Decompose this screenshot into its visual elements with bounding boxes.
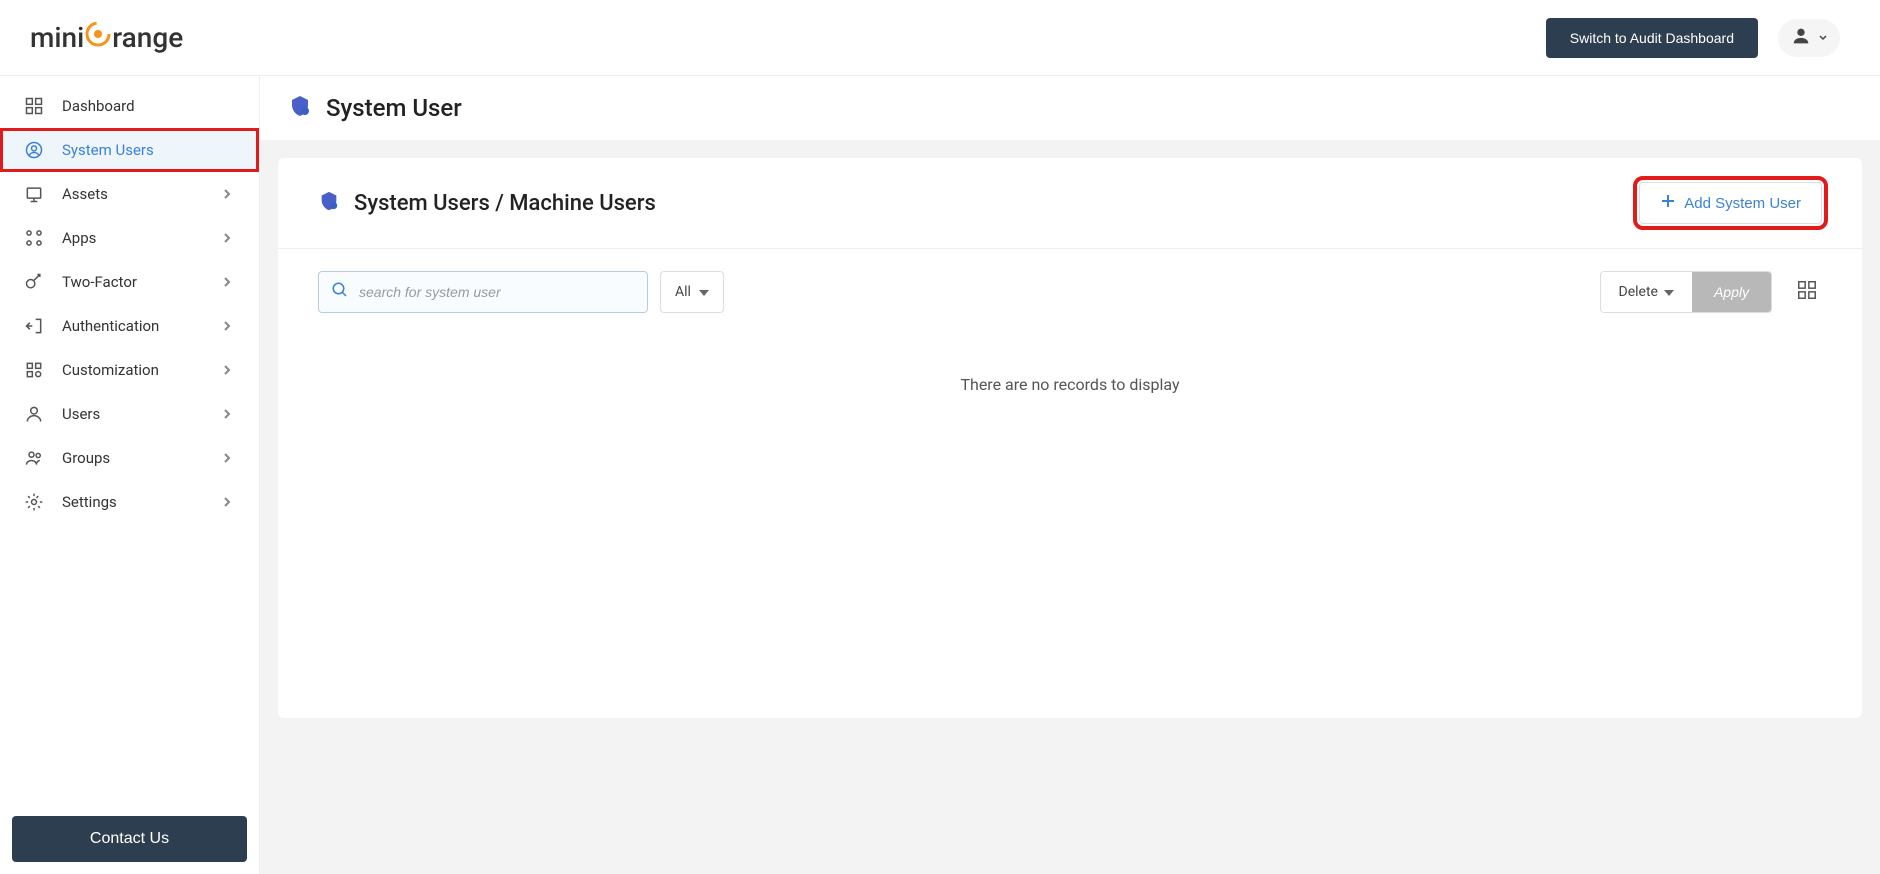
sidebar-item-label: Two-Factor — [62, 273, 203, 291]
sidebar-item-label: Groups — [62, 449, 203, 467]
sidebar-item-groups[interactable]: Groups — [0, 436, 259, 480]
logo: mini range — [30, 20, 183, 55]
sidebar-item-label: Apps — [62, 229, 203, 247]
page-header: System User — [260, 76, 1880, 140]
chevron-right-icon — [221, 187, 235, 201]
empty-state: There are no records to display — [278, 335, 1862, 434]
apply-button[interactable]: Apply — [1692, 272, 1771, 312]
sidebar-item-apps[interactable]: Apps — [0, 216, 259, 260]
header-right: Switch to Audit Dashboard — [1546, 18, 1840, 58]
sidebar-item-label: Assets — [62, 185, 203, 203]
sidebar-item-customization[interactable]: Customization — [0, 348, 259, 392]
main-content: System User System Users / Machine Users… — [260, 76, 1880, 874]
bulk-action-group: Delete Apply — [1600, 271, 1772, 313]
customization-icon — [24, 360, 44, 380]
view-toggle-button[interactable] — [1792, 275, 1822, 309]
user-icon — [1790, 25, 1812, 51]
system-users-icon — [24, 140, 44, 160]
groups-icon — [24, 448, 44, 468]
card-icon — [318, 190, 340, 216]
delete-label: Delete — [1619, 284, 1658, 300]
nav: Dashboard System Users Assets Apps — [0, 76, 259, 804]
chevron-right-icon — [221, 319, 235, 333]
switch-dashboard-button[interactable]: Switch to Audit Dashboard — [1546, 18, 1758, 58]
logo-post: range — [112, 21, 183, 54]
chevron-right-icon — [221, 231, 235, 245]
caret-down-icon — [1664, 284, 1674, 300]
sidebar-item-label: Dashboard — [62, 97, 235, 115]
page-title: System User — [326, 94, 462, 122]
search-wrapper — [318, 271, 648, 313]
search-input[interactable] — [349, 284, 635, 300]
bulk-action-dropdown[interactable]: Delete — [1601, 272, 1692, 312]
system-user-page-icon — [288, 94, 312, 122]
sidebar-item-assets[interactable]: Assets — [0, 172, 259, 216]
add-button-label: Add System User — [1684, 195, 1801, 212]
sidebar-item-settings[interactable]: Settings — [0, 480, 259, 524]
sidebar-item-two-factor[interactable]: Two-Factor — [0, 260, 259, 304]
contact-us-button[interactable]: Contact Us — [12, 816, 247, 862]
add-system-user-button[interactable]: Add System User — [1639, 182, 1822, 224]
chevron-right-icon — [221, 495, 235, 509]
sidebar-item-dashboard[interactable]: Dashboard — [0, 84, 259, 128]
filter-label: All — [675, 284, 691, 300]
toolbar-left: All — [318, 271, 724, 313]
app-header: mini range Switch to Audit Dashboard — [0, 0, 1880, 76]
card-header: System Users / Machine Users Add System … — [278, 158, 1862, 249]
chevron-down-icon — [1818, 28, 1828, 47]
dashboard-icon — [24, 96, 44, 116]
sidebar-item-label: Authentication — [62, 317, 203, 335]
caret-down-icon — [699, 284, 709, 300]
two-factor-icon — [24, 272, 44, 292]
sidebar-item-users[interactable]: Users — [0, 392, 259, 436]
content-card: System Users / Machine Users Add System … — [278, 158, 1862, 718]
apps-icon — [24, 228, 44, 248]
sidebar-item-authentication[interactable]: Authentication — [0, 304, 259, 348]
chevron-right-icon — [221, 363, 235, 377]
settings-icon — [24, 492, 44, 512]
logo-accent-icon — [84, 20, 112, 55]
sidebar-item-system-users[interactable]: System Users — [0, 128, 259, 172]
sidebar-item-label: Users — [62, 405, 203, 423]
assets-icon — [24, 184, 44, 204]
sidebar-item-label: Settings — [62, 493, 203, 511]
sidebar: Dashboard System Users Assets Apps — [0, 76, 260, 874]
chevron-right-icon — [221, 275, 235, 289]
filter-dropdown[interactable]: All — [660, 271, 724, 313]
user-menu-button[interactable] — [1778, 19, 1840, 57]
search-icon — [331, 281, 349, 303]
sidebar-item-label: Customization — [62, 361, 203, 379]
toolbar-right: Delete Apply — [1600, 271, 1822, 313]
card-header-left: System Users / Machine Users — [318, 190, 656, 216]
chevron-right-icon — [221, 451, 235, 465]
toolbar: All Delete Apply — [278, 249, 1862, 335]
logo-pre: mini — [30, 21, 84, 54]
authentication-icon — [24, 316, 44, 336]
users-icon — [24, 404, 44, 424]
sidebar-item-label: System Users — [62, 141, 235, 159]
plus-icon — [1660, 193, 1676, 213]
chevron-right-icon — [221, 407, 235, 421]
card-title: System Users / Machine Users — [354, 191, 656, 216]
